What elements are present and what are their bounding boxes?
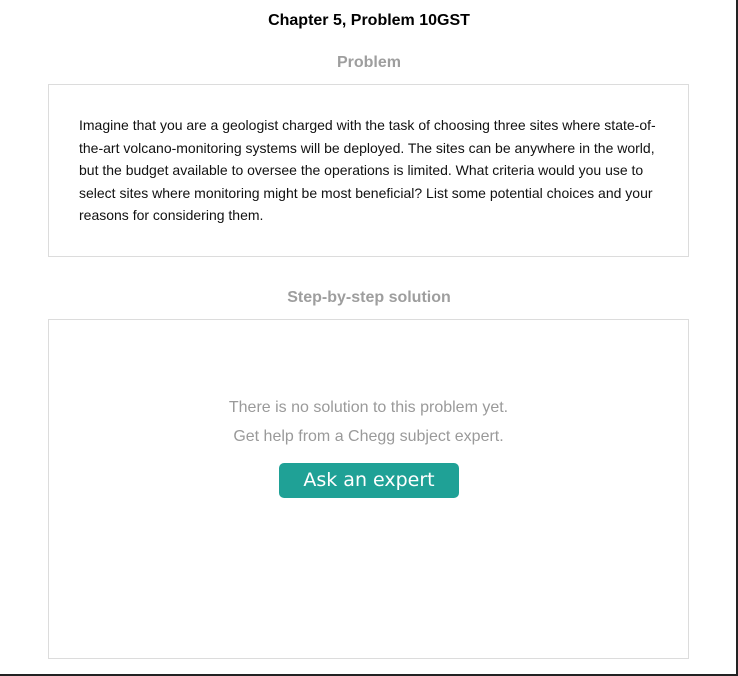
expert-help-message: Get help from a Chegg subject expert. xyxy=(233,428,504,445)
problem-text: Imagine that you are a geologist charged… xyxy=(79,117,656,223)
problem-heading: Problem xyxy=(336,54,401,71)
no-solution-message: There is no solution to this problem yet… xyxy=(228,399,509,416)
solution-box: There is no solution to this problem yet… xyxy=(48,319,689,659)
problem-box: Imagine that you are a geologist charged… xyxy=(48,84,689,257)
ask-expert-button[interactable]: Ask an expert xyxy=(279,463,459,498)
page-title: Chapter 5, Problem 10GST xyxy=(268,12,470,29)
solution-heading: Step-by-step solution xyxy=(287,289,451,306)
